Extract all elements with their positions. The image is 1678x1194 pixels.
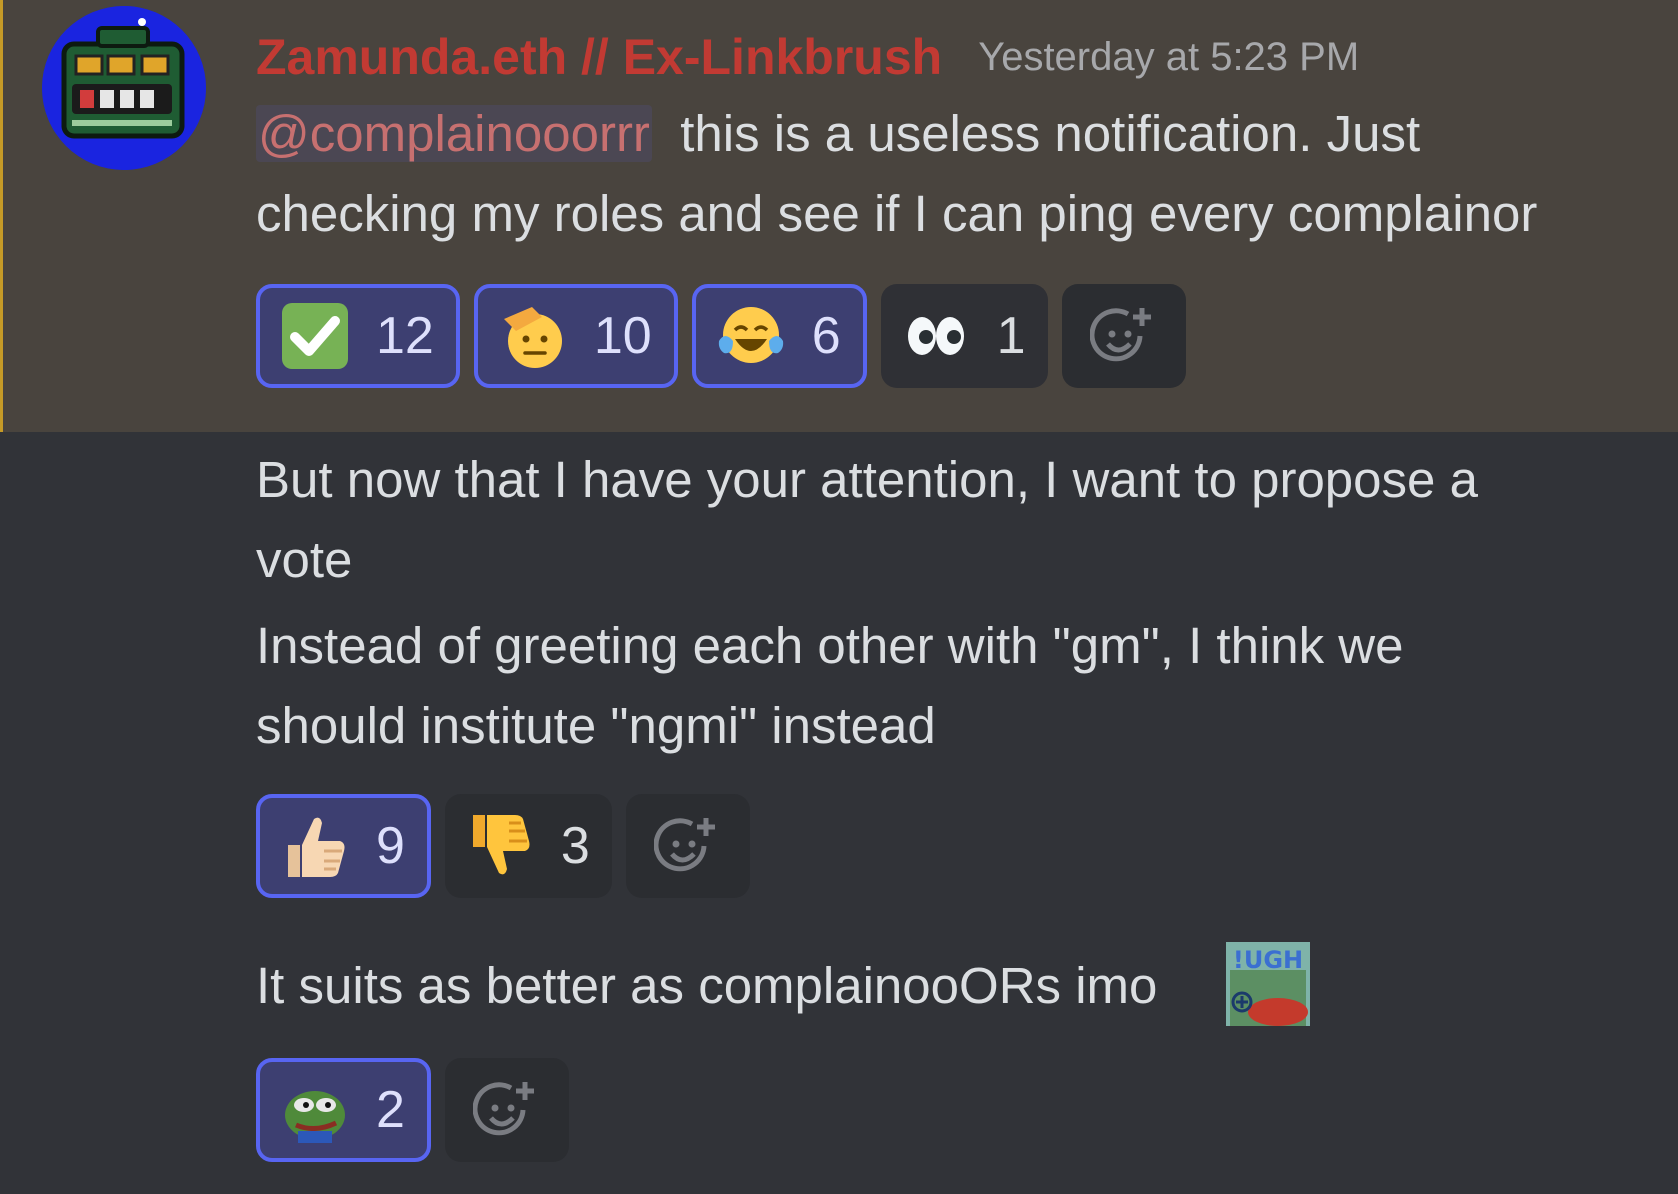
saluting-face-emoji: [503, 307, 562, 368]
ugh-pepe-icon: !UGH: [1226, 942, 1310, 1026]
reaction-count: 12: [376, 307, 434, 365]
user-mention[interactable]: @complainooorrr: [256, 105, 652, 162]
pepe-frog-emoji: [285, 1091, 345, 1143]
thumbs-down-emoji: [472, 815, 530, 875]
ugh-emoji-text: !UGH: [1233, 946, 1303, 974]
reaction-eyes[interactable]: 1: [880, 284, 1048, 388]
message-line: vote: [256, 531, 353, 588]
check-mark-emoji: [282, 303, 348, 369]
timestamp[interactable]: Yesterday at 5:23 PM: [978, 35, 1359, 80]
reaction-count: 3: [560, 817, 590, 875]
reaction-saluting-face[interactable]: 10: [473, 284, 678, 388]
reaction-bar: 12 10 6 1: [256, 284, 1186, 388]
reaction-count: 9: [376, 817, 405, 875]
add-reaction-button[interactable]: [444, 1058, 569, 1162]
reaction-count: 2: [376, 1081, 405, 1139]
message-line: @complainooorrr this is a useless notifi…: [256, 94, 1420, 174]
reaction-count: 1: [996, 307, 1026, 365]
message-text: this is a useless notification. Just: [680, 105, 1421, 162]
reaction-count: 10: [593, 307, 652, 365]
ugh-emoji[interactable]: !UGH: [1226, 942, 1310, 1026]
reaction-pepe-frog[interactable]: 2: [256, 1058, 431, 1162]
tears-of-joy-emoji: [718, 307, 783, 363]
reaction-bar: 9 3: [256, 794, 750, 898]
reaction-check-mark[interactable]: 12: [256, 284, 460, 388]
message-line: But now that I have your attention, I wa…: [256, 451, 1478, 508]
message-line: It suits as better as complainooORs imo: [256, 957, 1158, 1014]
eyes-emoji: [907, 317, 964, 355]
add-reaction-button[interactable]: [625, 794, 750, 898]
robot-avatar-icon: [42, 6, 206, 170]
message-line: should institute "ngmi" instead: [256, 697, 936, 754]
message-header: Zamunda.eth // Ex-Linkbrush Yesterday at…: [256, 22, 1359, 92]
avatar[interactable]: [42, 6, 206, 170]
message-line: checking my roles and see if I can ping …: [256, 185, 1538, 242]
add-reaction-icon: [472, 1082, 534, 1136]
reaction-bar: 2: [256, 1058, 569, 1162]
add-reaction-icon: [653, 818, 715, 872]
reaction-tears-of-joy[interactable]: 6: [691, 284, 867, 388]
reaction-count: 6: [811, 307, 841, 365]
message-line: Instead of greeting each other with "gm"…: [256, 617, 1404, 674]
thumbs-up-emoji: [288, 817, 345, 877]
reaction-thumbs-down[interactable]: 3: [444, 794, 612, 898]
reaction-thumbs-up[interactable]: 9: [256, 794, 431, 898]
add-reaction-icon: [1089, 308, 1151, 362]
add-reaction-button[interactable]: [1061, 284, 1186, 388]
username[interactable]: Zamunda.eth // Ex-Linkbrush: [256, 28, 942, 86]
mention-highlight-bar: [0, 0, 3, 432]
